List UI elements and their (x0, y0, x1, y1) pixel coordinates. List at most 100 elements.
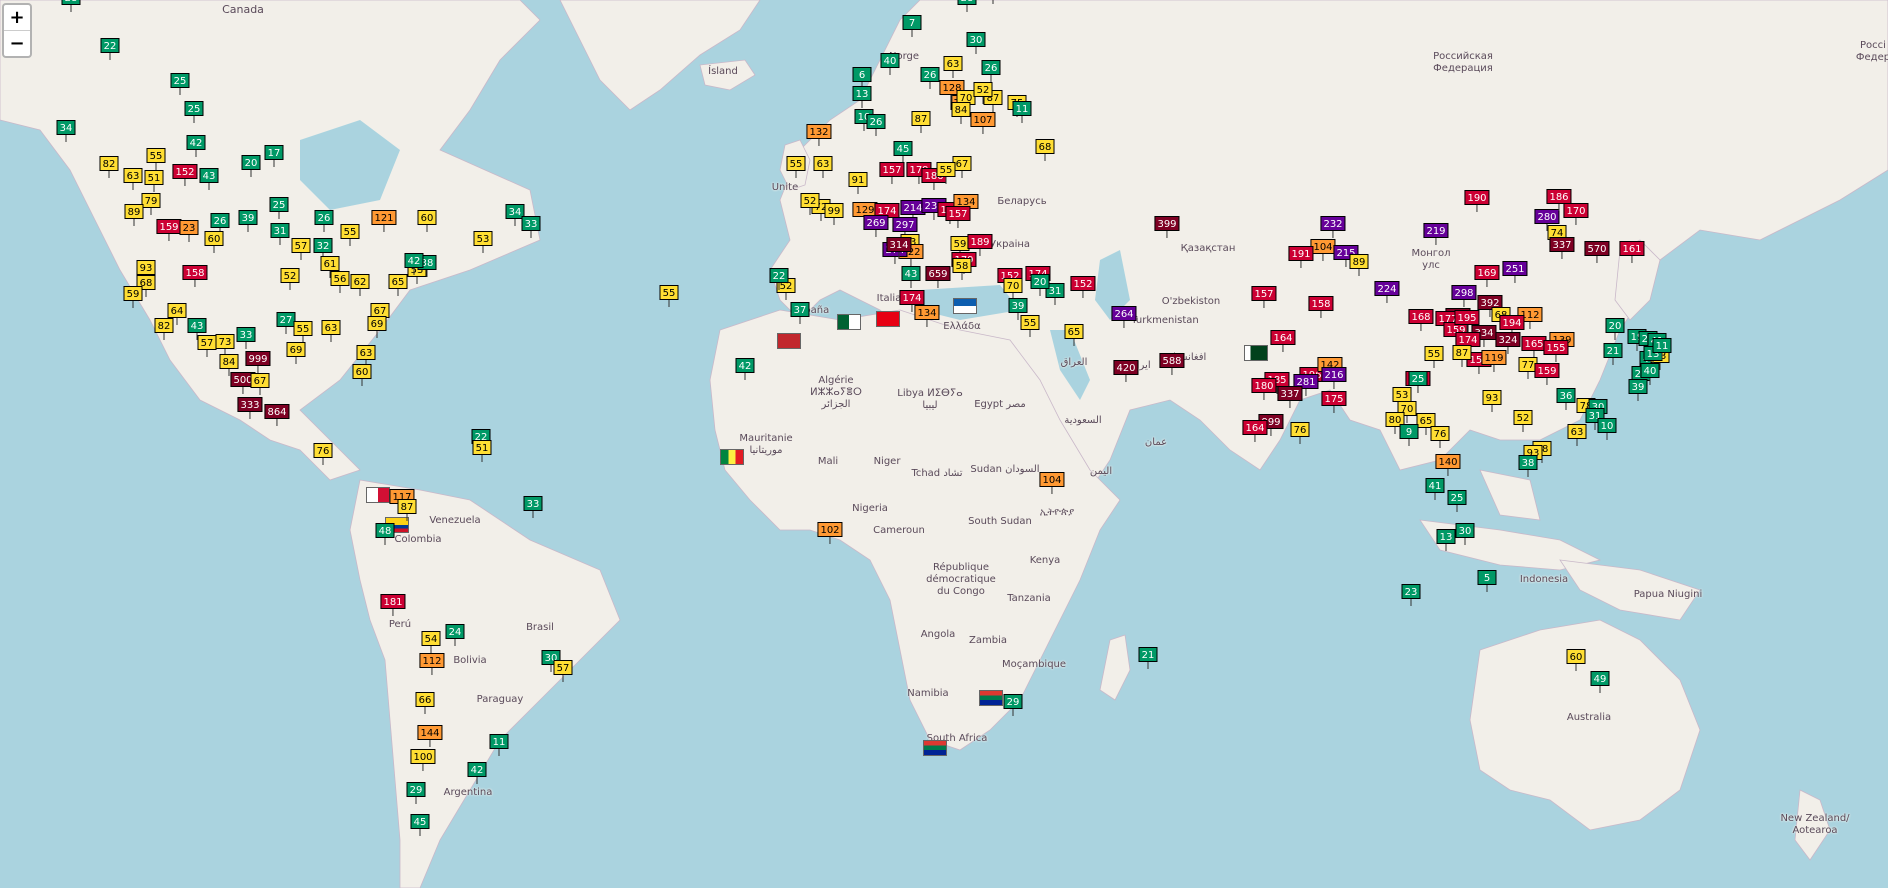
aqi-station-marker[interactable]: 87 (1452, 345, 1472, 367)
aqi-value-badge[interactable]: 39 (1008, 298, 1028, 313)
aqi-station-marker[interactable]: 33 (521, 216, 541, 238)
aqi-station-marker[interactable]: 999 (245, 351, 271, 373)
panama-flag-icon[interactable] (366, 487, 390, 503)
aqi-station-marker[interactable]: 51 (144, 170, 164, 192)
aqi-value-badge[interactable]: 29 (406, 782, 426, 797)
aqi-value-badge[interactable]: 76 (313, 443, 333, 458)
aqi-value-badge[interactable]: 32 (313, 238, 333, 253)
aqi-station-marker[interactable]: 224 (1374, 281, 1400, 303)
aqi-value-badge[interactable]: 64 (167, 303, 187, 318)
aqi-station-marker[interactable]: 5 (1477, 570, 1497, 592)
aqi-value-badge[interactable]: 20 (241, 155, 261, 170)
aqi-station-marker[interactable]: 60 (1566, 649, 1586, 671)
aqi-station-marker[interactable]: 65 (388, 274, 408, 296)
aqi-value-badge[interactable]: 53 (1392, 387, 1412, 402)
aqi-station-marker[interactable]: 34 (56, 120, 76, 142)
zoom-out-button[interactable]: − (4, 30, 30, 56)
aqi-value-badge[interactable]: 58 (952, 258, 972, 273)
aqi-value-badge[interactable]: 54 (421, 631, 441, 646)
aqi-value-badge[interactable]: 25 (269, 197, 289, 212)
aqi-value-badge[interactable]: 22 (769, 268, 789, 283)
aqi-value-badge[interactable]: 26 (920, 67, 940, 82)
aqi-value-badge[interactable]: 84 (951, 102, 971, 117)
aqi-station-marker[interactable]: 55 (786, 156, 806, 178)
aqi-value-badge[interactable]: 104 (1039, 472, 1065, 487)
aqi-value-badge[interactable]: 189 (967, 234, 993, 249)
aqi-station-marker[interactable]: 82 (99, 156, 119, 178)
aqi-value-badge[interactable]: 51 (144, 170, 164, 185)
south-africa-flag-icon[interactable] (923, 740, 947, 756)
aqi-value-badge[interactable]: 10 (1597, 418, 1617, 433)
aqi-station-marker[interactable]: 190 (1464, 190, 1490, 212)
aqi-station-marker[interactable]: 55 (659, 285, 679, 307)
aqi-station-marker[interactable]: 104 (1310, 239, 1336, 261)
aqi-value-badge[interactable]: 5 (1477, 570, 1497, 585)
aqi-station-marker[interactable]: 26 (920, 67, 940, 89)
aqi-value-badge[interactable]: 67 (250, 373, 270, 388)
aqi-station-marker[interactable]: 21 (1603, 343, 1623, 365)
aqi-station-marker[interactable]: 157 (879, 162, 905, 184)
aqi-station-marker[interactable]: 54 (421, 631, 441, 653)
aqi-value-badge[interactable]: 60 (204, 231, 224, 246)
algeria-flag-icon[interactable] (837, 314, 861, 330)
aqi-station-marker[interactable]: 132 (806, 124, 832, 146)
aqi-value-badge[interactable]: 29 (1003, 694, 1023, 709)
aqi-value-badge[interactable]: 28 (957, 0, 977, 5)
aqi-value-badge[interactable]: 20 (1605, 318, 1625, 333)
aqi-value-badge[interactable]: 52 (973, 82, 993, 97)
aqi-station-marker[interactable]: 53 (473, 231, 493, 253)
aqi-value-badge[interactable]: 280 (1534, 209, 1560, 224)
aqi-value-badge[interactable]: 89 (124, 204, 144, 219)
aqi-value-badge[interactable]: 63 (123, 168, 143, 183)
aqi-station-marker[interactable]: 63 (123, 168, 143, 190)
aqi-value-badge[interactable]: 232 (1320, 216, 1346, 231)
aqi-value-badge[interactable]: 53 (473, 231, 493, 246)
aqi-value-badge[interactable]: 68 (1035, 139, 1055, 154)
aqi-value-badge[interactable]: 119 (1481, 350, 1507, 365)
aqi-station-marker[interactable]: 41 (1425, 478, 1445, 500)
aqi-station-marker[interactable]: 100 (410, 749, 436, 771)
aqi-value-badge[interactable]: 11 (489, 734, 509, 749)
aqi-station-marker[interactable]: 107 (970, 112, 996, 134)
aqi-station-marker[interactable]: 76 (1290, 422, 1310, 444)
aqi-value-badge[interactable]: 269 (863, 215, 889, 230)
aqi-station-marker[interactable]: 17 (264, 145, 284, 167)
aqi-value-badge[interactable]: 45 (893, 141, 913, 156)
aqi-station-marker[interactable]: 69 (367, 316, 387, 338)
aqi-station-marker[interactable]: 26 (981, 60, 1001, 82)
aqi-station-marker[interactable]: 659 (925, 266, 951, 288)
aqi-station-marker[interactable]: 33 (523, 496, 543, 518)
aqi-station-marker[interactable]: 60 (204, 231, 224, 253)
aqi-station-marker[interactable]: 62 (350, 274, 370, 296)
aqi-station-marker[interactable]: 269 (863, 215, 889, 237)
morocco-flag-icon[interactable] (777, 333, 801, 349)
aqi-station-marker[interactable]: 57 (197, 335, 217, 357)
aqi-value-badge[interactable]: 62 (350, 274, 370, 289)
aqi-value-badge[interactable]: 57 (291, 238, 311, 253)
aqi-station-marker[interactable]: 175 (1321, 391, 1347, 413)
aqi-station-marker[interactable]: 67 (250, 373, 270, 395)
aqi-value-badge[interactable]: 61 (320, 256, 340, 271)
aqi-station-marker[interactable]: 104 (1039, 472, 1065, 494)
aqi-value-badge[interactable]: 30 (1455, 523, 1475, 538)
aqi-station-marker[interactable]: 26 (866, 114, 886, 136)
aqi-value-badge[interactable]: 11 (1012, 101, 1032, 116)
aqi-station-marker[interactable]: 298 (1451, 285, 1477, 307)
aqi-value-badge[interactable]: 159 (156, 219, 182, 234)
aqi-station-marker[interactable]: 42 (186, 135, 206, 157)
aqi-value-badge[interactable]: 60 (1566, 649, 1586, 664)
aqi-station-marker[interactable]: 49 (1590, 671, 1610, 693)
world-map[interactable]: Canada Ísland Norge Unite Российская Фед… (0, 0, 1888, 888)
aqi-station-marker[interactable]: 195 (1454, 310, 1480, 332)
aqi-value-badge[interactable]: 20 (1030, 274, 1050, 289)
aqi-value-badge[interactable]: 333 (237, 397, 263, 412)
aqi-value-badge[interactable]: 420 (1113, 360, 1139, 375)
aqi-value-badge[interactable]: 23 (179, 220, 199, 235)
aqi-station-marker[interactable]: 79 (141, 193, 161, 215)
aqi-value-badge[interactable]: 140 (1435, 454, 1461, 469)
aqi-station-marker[interactable]: 216 (1321, 367, 1347, 389)
aqi-value-badge[interactable]: 13 (1436, 529, 1456, 544)
aqi-value-badge[interactable]: 52 (800, 193, 820, 208)
aqi-station-marker[interactable]: 13 (1436, 529, 1456, 551)
aqi-value-badge[interactable]: 69 (367, 316, 387, 331)
